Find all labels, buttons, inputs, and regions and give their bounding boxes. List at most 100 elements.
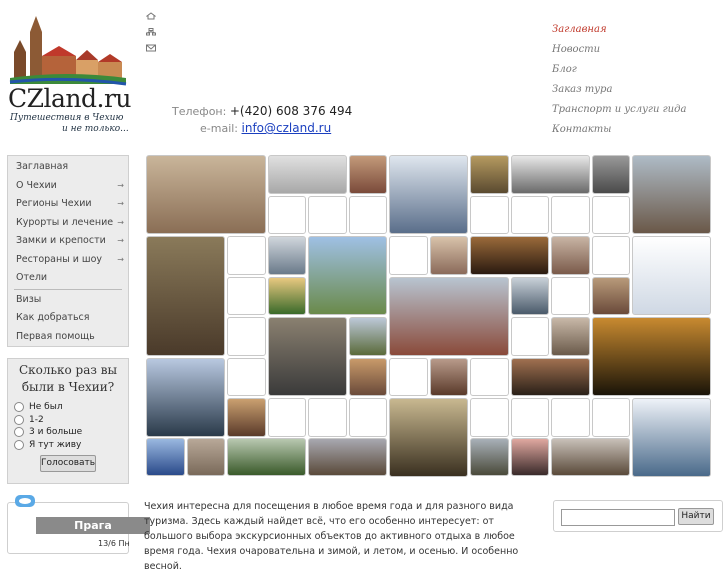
sidebar-item-resorts[interactable]: Курорты и лечение → bbox=[8, 214, 128, 233]
mosaic-empty-tile bbox=[227, 276, 266, 315]
poll-option-label: Не был bbox=[29, 402, 63, 412]
search-input[interactable] bbox=[561, 509, 675, 526]
mosaic-photo[interactable] bbox=[510, 155, 590, 194]
mosaic-photo[interactable] bbox=[389, 276, 509, 356]
nav-tour-order[interactable]: Заказ тура bbox=[552, 83, 686, 103]
home-icon[interactable] bbox=[146, 12, 156, 20]
mosaic-photo[interactable] bbox=[551, 236, 590, 275]
mosaic-empty-tile bbox=[551, 276, 590, 315]
sidebar-item-hotels[interactable]: Отели bbox=[8, 269, 128, 288]
mosaic-empty-tile bbox=[227, 236, 266, 275]
search-button[interactable]: Найти bbox=[678, 508, 714, 525]
mosaic-empty-tile bbox=[308, 195, 347, 234]
sidebar-divider bbox=[14, 288, 122, 290]
nav-blog[interactable]: Блог bbox=[552, 63, 686, 83]
phone-row: Телефон: +(420) 608 376 494 bbox=[172, 104, 352, 118]
email-row: e-mail: info@czland.ru bbox=[172, 121, 352, 135]
mosaic-photo[interactable] bbox=[429, 236, 468, 275]
logo-text[interactable]: CZland.ru bbox=[8, 84, 132, 113]
mosaic-photo[interactable] bbox=[591, 276, 630, 315]
mosaic-empty-tile bbox=[510, 317, 549, 356]
mosaic-photo[interactable] bbox=[510, 276, 549, 315]
logo-tagline: Путешествия в Чехию и не только... bbox=[10, 113, 129, 135]
mosaic-photo[interactable] bbox=[591, 317, 711, 396]
vote-button[interactable]: Голосовать bbox=[40, 455, 96, 472]
nav-home[interactable]: Заглавная bbox=[552, 23, 686, 43]
sidebar-item-restaurants[interactable]: Рестораны и шоу → bbox=[8, 251, 128, 270]
arrow-right-icon: → bbox=[117, 236, 124, 245]
arrow-right-icon: → bbox=[117, 254, 124, 264]
sidebar-item-about-czech[interactable]: О Чехии → bbox=[8, 177, 128, 196]
mosaic-photo[interactable] bbox=[470, 236, 549, 275]
sidebar-item-home[interactable]: Заглавная bbox=[8, 158, 128, 177]
mosaic-photo[interactable] bbox=[186, 437, 225, 476]
sidebar-item-visas[interactable]: Визы bbox=[8, 291, 128, 310]
sidebar-item-first-aid[interactable]: Первая помощь bbox=[8, 328, 128, 347]
sidebar-item-castles[interactable]: Замки и крепости → bbox=[8, 232, 128, 251]
phone-number: +(420) 608 376 494 bbox=[229, 104, 353, 118]
mosaic-photo[interactable] bbox=[470, 437, 509, 476]
mosaic-photo[interactable] bbox=[510, 437, 549, 476]
mosaic-empty-tile bbox=[470, 398, 509, 437]
mosaic-photo[interactable] bbox=[348, 317, 387, 356]
mosaic-photo[interactable] bbox=[146, 437, 185, 476]
arrow-right-icon: → bbox=[117, 199, 124, 208]
radio-button[interactable] bbox=[14, 427, 24, 438]
sidebar-item-how-to-get[interactable]: Как добраться bbox=[8, 309, 128, 328]
mosaic-photo[interactable] bbox=[146, 357, 225, 437]
mosaic-empty-tile bbox=[510, 398, 549, 437]
mosaic-photo[interactable] bbox=[267, 317, 347, 396]
mosaic-photo[interactable] bbox=[348, 155, 387, 194]
mosaic-photo[interactable] bbox=[470, 155, 509, 194]
mosaic-photo[interactable] bbox=[632, 155, 711, 234]
mosaic-photo[interactable] bbox=[227, 437, 306, 476]
tagline-line-1: Путешествия в Чехию bbox=[10, 113, 124, 123]
mosaic-photo[interactable] bbox=[267, 276, 306, 315]
email-link[interactable]: info@czland.ru bbox=[242, 121, 332, 135]
poll-option[interactable]: 1-2 bbox=[8, 414, 128, 427]
sidebar-item-regions[interactable]: Регионы Чехии → bbox=[8, 195, 128, 214]
sidebar-item-label: Замки и крепости bbox=[16, 235, 106, 246]
sitemap-icon[interactable] bbox=[146, 28, 156, 36]
mail-icon[interactable] bbox=[146, 44, 156, 52]
nav-transport-guide[interactable]: Транспорт и услуги гида bbox=[552, 103, 686, 123]
sidebar-item-label: Отели bbox=[16, 272, 48, 283]
radio-button[interactable] bbox=[14, 439, 24, 450]
mosaic-photo[interactable] bbox=[429, 357, 468, 396]
mosaic-photo[interactable] bbox=[146, 236, 225, 356]
sidebar-item-label: О Чехии bbox=[16, 179, 57, 191]
mosaic-photo[interactable] bbox=[308, 437, 387, 476]
mosaic-empty-tile bbox=[591, 398, 630, 437]
phone-label: Телефон: bbox=[172, 105, 227, 118]
mosaic-photo[interactable] bbox=[591, 155, 630, 194]
radio-button[interactable] bbox=[14, 402, 24, 413]
mosaic-photo[interactable] bbox=[146, 155, 266, 234]
mosaic-empty-tile bbox=[348, 398, 387, 437]
weather-date: 13/6 Пн bbox=[98, 539, 130, 548]
mosaic-photo[interactable] bbox=[267, 236, 306, 275]
poll-option[interactable]: Я тут живу bbox=[8, 439, 128, 452]
mosaic-photo[interactable] bbox=[510, 357, 590, 396]
radio-button[interactable] bbox=[14, 414, 24, 425]
mosaic-photo[interactable] bbox=[267, 155, 347, 194]
mosaic-photo[interactable] bbox=[389, 155, 468, 234]
nav-news[interactable]: Новости bbox=[552, 43, 686, 63]
poll-option[interactable]: 3 и больше bbox=[8, 426, 128, 439]
mosaic-photo[interactable] bbox=[348, 357, 387, 396]
sidebar-menu: Заглавная О Чехии → Регионы Чехии → Курорт… bbox=[7, 155, 129, 347]
mosaic-empty-tile bbox=[591, 195, 630, 234]
photo-mosaic bbox=[146, 155, 720, 483]
mosaic-empty-tile bbox=[551, 195, 590, 234]
mosaic-empty-tile bbox=[389, 357, 428, 396]
arrow-right-icon: → bbox=[117, 180, 124, 190]
mosaic-photo[interactable] bbox=[551, 317, 590, 356]
mosaic-photo[interactable] bbox=[308, 236, 387, 315]
poll-option[interactable]: Не был bbox=[8, 401, 128, 414]
mosaic-empty-tile bbox=[227, 317, 266, 356]
mosaic-photo[interactable] bbox=[389, 398, 468, 477]
mosaic-photo[interactable] bbox=[632, 398, 711, 477]
mosaic-photo[interactable] bbox=[551, 437, 630, 476]
mosaic-photo[interactable] bbox=[227, 398, 266, 437]
nav-contacts[interactable]: Контакты bbox=[552, 123, 686, 143]
mosaic-photo[interactable] bbox=[632, 236, 711, 315]
